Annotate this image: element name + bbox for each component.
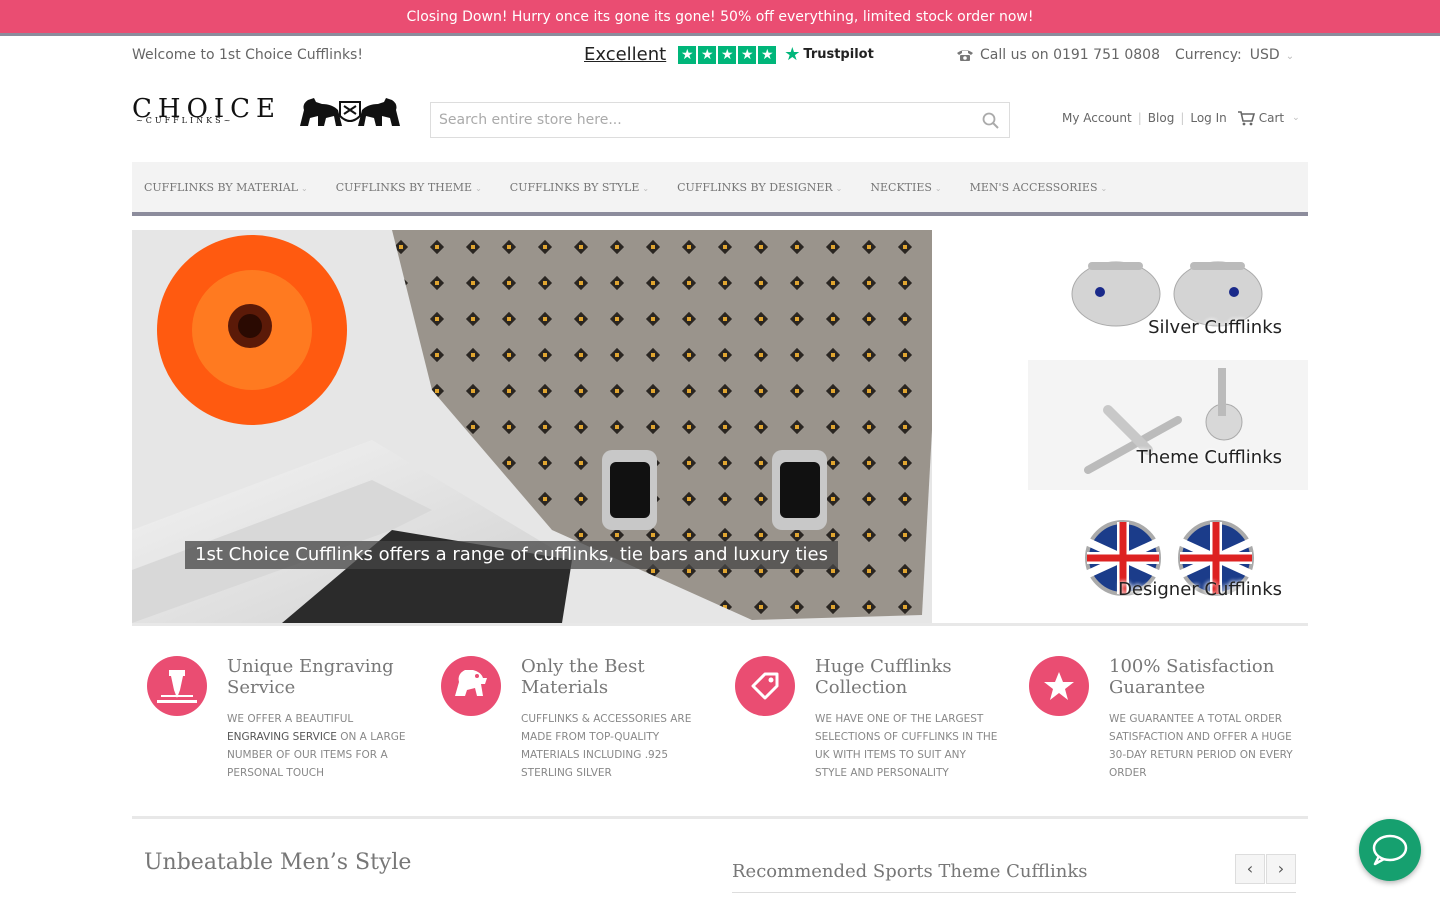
section-divider <box>132 623 1308 626</box>
feature-title: Huge Cufflinks Collection <box>815 656 952 698</box>
search-bar[interactable] <box>430 102 1010 138</box>
currency-label: Currency: <box>1175 47 1242 63</box>
cart-button[interactable]: Cart ⌄ <box>1237 110 1300 126</box>
chat-bubble-icon <box>1372 834 1408 866</box>
feature-title: Only the Best Materials <box>521 656 645 698</box>
feature-title: 100% Satisfaction Guarantee <box>1109 656 1275 698</box>
silver-cufflinks-image <box>1028 230 1308 360</box>
nav-item-cufflinks-by-material[interactable]: Cufflinks by Material ⌄ <box>144 181 308 194</box>
trustpilot-brand: Trustpilot <box>803 47 874 62</box>
trustpilot-rating[interactable]: Excellent <box>584 44 666 65</box>
search-icon[interactable] <box>981 111 1001 131</box>
my-account-link[interactable]: My Account <box>1062 111 1132 125</box>
trustpilot-widget[interactable]: Excellent ★ ★ ★ ★ ★ ★ Trustpilot <box>584 44 874 65</box>
promo-label: Theme Cufflinks <box>1136 447 1282 468</box>
nav-item-label: Cufflinks by Material <box>144 180 298 194</box>
feature-body: We guarantee a total order satisfaction … <box>1109 713 1293 779</box>
section-divider <box>132 816 1308 819</box>
feature-title: Unique Engraving Service <box>227 656 394 698</box>
blog-link[interactable]: Blog <box>1148 111 1175 125</box>
login-link[interactable]: Log In <box>1190 111 1226 125</box>
chevron-down-icon: ⌄ <box>642 183 650 193</box>
chevron-down-icon: ⌄ <box>1100 183 1108 193</box>
nav-item-label: Neckties <box>870 180 932 194</box>
hero-slider[interactable]: 1st Choice Cufflinks offers a range of c… <box>132 230 932 623</box>
promo-theme-cufflinks[interactable]: Theme Cufflinks <box>1028 360 1308 490</box>
phone-text: Call us on 0191 751 0808 <box>980 47 1160 63</box>
star-icon: ★ <box>738 45 757 64</box>
chevron-down-icon: ⌄ <box>835 183 843 193</box>
chat-button[interactable] <box>1359 819 1421 881</box>
nav-item-mens-accessories[interactable]: Men's Accessories ⌄ <box>970 181 1108 194</box>
trustpilot-logo: ★ Trustpilot <box>784 44 874 65</box>
carousel-next-button[interactable]: › <box>1266 854 1296 884</box>
lion-crest-icon <box>441 656 501 716</box>
promo-label: Silver Cufflinks <box>1148 317 1282 338</box>
carousel-prev-button[interactable]: ‹ <box>1235 854 1265 884</box>
engraving-icon <box>147 656 207 716</box>
promo-label: Designer Cufflinks <box>1118 579 1282 600</box>
trustpilot-stars: ★ ★ ★ ★ ★ <box>678 45 777 64</box>
chevron-down-icon: ⌄ <box>934 183 942 193</box>
nav-item-label: Cufflinks by Style <box>509 180 640 194</box>
cart-icon <box>1237 111 1255 126</box>
section-underline <box>732 892 1296 893</box>
chevron-down-icon: ⌄ <box>1285 51 1295 62</box>
mens-style-heading: Unbeatable Men’s Style <box>144 850 412 875</box>
divider: | <box>1137 111 1142 125</box>
recommended-heading: Recommended Sports Theme Cufflinks <box>732 861 1088 882</box>
chevron-down-icon: ⌄ <box>1292 113 1300 123</box>
currency-selector[interactable]: Currency: USD ⌄ <box>1175 47 1294 63</box>
welcome-message: Welcome to 1st Choice Cufflinks! <box>132 47 363 63</box>
logo-crest-icon <box>300 98 400 126</box>
star-icon: ★ <box>758 45 777 64</box>
feature-body: We offer a beautiful engraving service o… <box>227 710 412 782</box>
star-icon: ★ <box>718 45 737 64</box>
nav-item-label: Cufflinks by Theme <box>335 180 473 194</box>
nav-item-label: Cufflinks by Designer <box>677 180 833 194</box>
tag-icon <box>735 656 795 716</box>
cart-label: Cart <box>1258 111 1285 125</box>
search-input[interactable] <box>431 103 971 137</box>
chevron-down-icon: ⌄ <box>475 183 482 193</box>
announcement-text: Closing Down! Hurry once its gone its go… <box>406 9 1034 25</box>
engraving-service-link[interactable]: engraving service <box>227 731 337 743</box>
main-navigation: Cufflinks by Material ⌄ Cufflinks by Them… <box>132 162 1308 216</box>
nav-item-cufflinks-by-designer[interactable]: Cufflinks by Designer ⌄ <box>677 181 842 194</box>
account-links: My Account | Blog | Log In Cart ⌄ <box>1062 110 1300 126</box>
feature-body-text: We offer a beautiful <box>227 713 354 725</box>
logo-subtext: ~CUFFLINKS~ <box>136 116 234 125</box>
phone-icon <box>957 50 973 61</box>
feature-body: We have one of the largest selections of… <box>815 713 998 779</box>
top-bar: Welcome to 1st Choice Cufflinks! Excelle… <box>132 44 1308 68</box>
phone-contact[interactable]: Call us on 0191 751 0808 <box>956 47 1160 63</box>
star-icon <box>1029 656 1089 716</box>
feature-body: Cufflinks & accessories are made from to… <box>521 713 692 779</box>
announcement-banner[interactable]: Closing Down! Hurry once its gone its go… <box>0 0 1440 36</box>
flower-graphic <box>157 235 347 425</box>
promo-silver-cufflinks[interactable]: Silver Cufflinks <box>1028 230 1308 360</box>
trustpilot-star-icon: ★ <box>784 44 801 65</box>
star-icon: ★ <box>678 45 697 64</box>
theme-cufflinks-image <box>1028 360 1308 490</box>
currency-value: USD <box>1249 47 1280 63</box>
nav-item-cufflinks-by-style[interactable]: Cufflinks by Style ⌄ <box>510 181 649 194</box>
promo-designer-cufflinks[interactable]: Designer Cufflinks <box>1028 492 1308 622</box>
star-icon: ★ <box>698 45 717 64</box>
nav-item-neckties[interactable]: Neckties ⌄ <box>870 181 941 194</box>
designer-cufflinks-image <box>1028 492 1308 622</box>
nav-item-label: Men's Accessories <box>969 180 1098 194</box>
chevron-down-icon: ⌄ <box>300 183 308 193</box>
divider: | <box>1180 111 1185 125</box>
hero-caption: 1st Choice Cufflinks offers a range of c… <box>185 541 838 569</box>
nav-item-cufflinks-by-theme[interactable]: Cufflinks by Theme ⌄ <box>336 181 482 194</box>
site-logo[interactable]: CHOICE ~CUFFLINKS~ <box>132 96 402 130</box>
